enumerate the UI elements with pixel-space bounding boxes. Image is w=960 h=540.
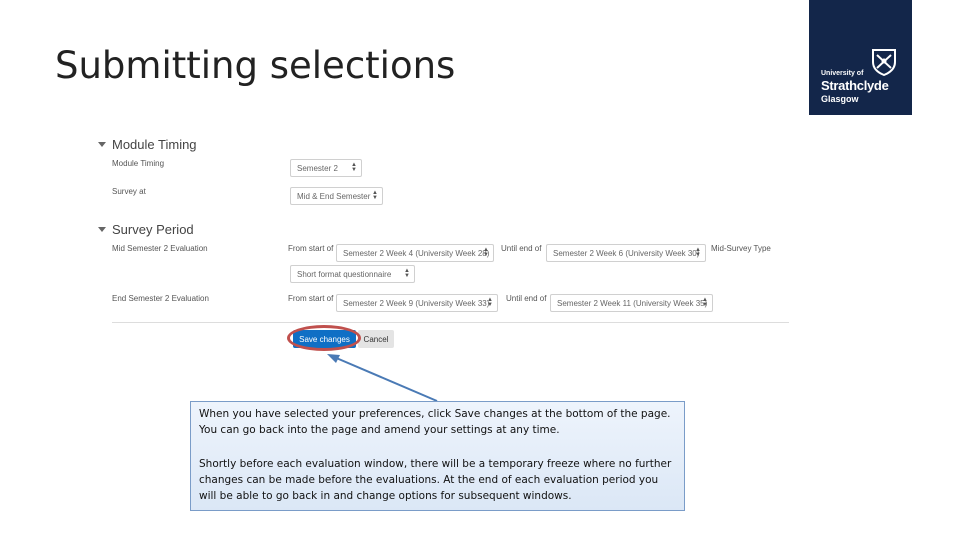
callout-paragraph-2: Shortly before each evaluation window, t…: [199, 458, 672, 502]
instruction-callout: When you have selected your preferences,…: [190, 401, 685, 511]
callout-paragraph-1: When you have selected your preferences,…: [199, 408, 671, 436]
